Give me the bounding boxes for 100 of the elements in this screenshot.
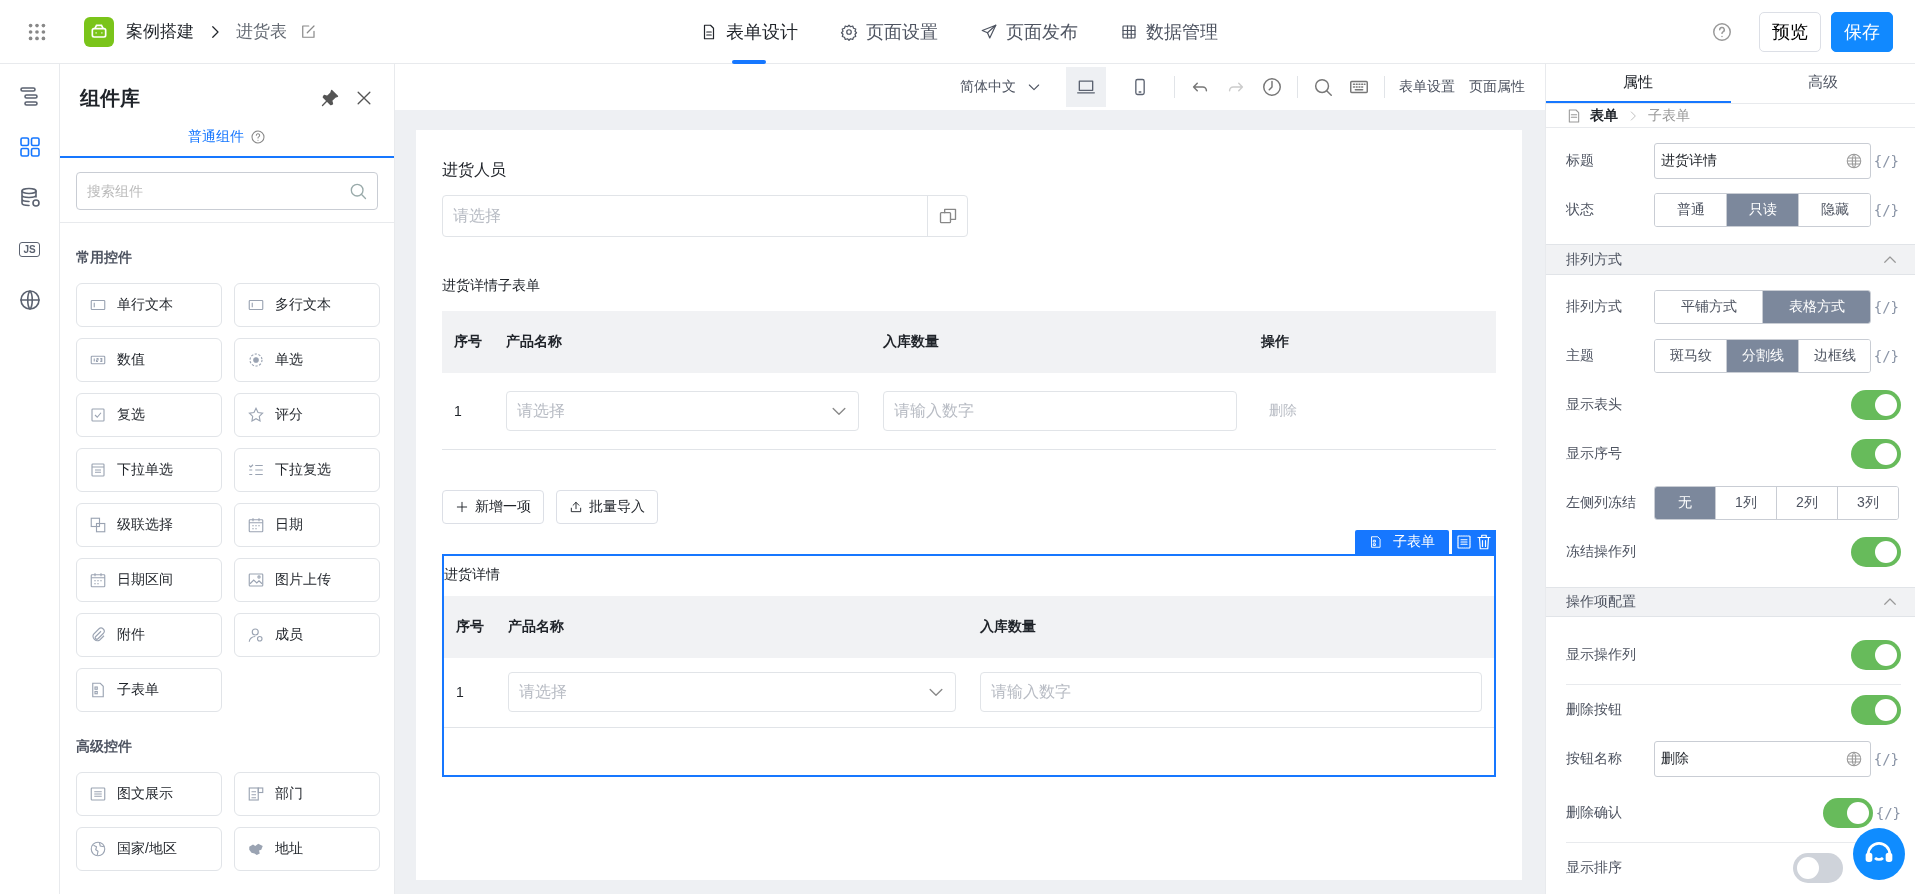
component-item[interactable]: 日期区间: [76, 558, 222, 602]
property-label: 删除确认: [1566, 803, 1623, 822]
property-label: 显示排序: [1566, 858, 1623, 877]
component-item[interactable]: 地址: [234, 827, 380, 871]
toggle-switch[interactable]: [1851, 439, 1901, 470]
component-item[interactable]: 附件: [76, 613, 222, 657]
component-item[interactable]: 单行文本: [76, 283, 222, 327]
component-item[interactable]: 下拉复选: [234, 448, 380, 492]
search-field[interactable]: 搜索组件: [76, 172, 378, 210]
segment-option[interactable]: 表格方式: [1763, 291, 1870, 324]
document-icon: [1566, 107, 1582, 124]
send-icon: [980, 23, 998, 41]
nav-tab[interactable]: 页面设置: [840, 0, 938, 64]
device-button[interactable]: [1066, 67, 1106, 107]
group-title: 常用控件: [76, 249, 133, 267]
component-item[interactable]: 日期: [234, 503, 380, 547]
support-chat-button[interactable]: [1853, 828, 1905, 880]
star-icon: [247, 406, 265, 424]
dropdown-icon: [89, 461, 107, 479]
app-name[interactable]: 案例搭建: [126, 20, 194, 43]
preview-button[interactable]: 预览: [1759, 11, 1821, 52]
rail-button[interactable]: JS: [15, 235, 44, 263]
help-icon: [1711, 20, 1733, 43]
search-icon: [1312, 76, 1334, 98]
segment-option[interactable]: 普通: [1655, 194, 1727, 226]
property-input[interactable]: 删除: [1654, 740, 1871, 777]
action-button[interactable]: 批量导入: [556, 489, 658, 524]
property-label: 显示操作列: [1566, 645, 1637, 664]
action-button[interactable]: 新增一项: [442, 489, 544, 524]
trash-icon: [1475, 532, 1493, 551]
column-header: 操作: [1249, 311, 1496, 373]
component-badge[interactable]: 子表单: [1355, 529, 1449, 554]
segment-option[interactable]: 分割线: [1727, 340, 1799, 373]
component-item[interactable]: 级联选择: [76, 503, 222, 547]
component-item[interactable]: 复选: [76, 393, 222, 437]
app-logo-icon: [84, 16, 114, 47]
toggle-switch[interactable]: [1851, 390, 1901, 421]
field-label: 进货详情子表单: [442, 277, 541, 295]
component-tools[interactable]: [1452, 529, 1496, 554]
component-item[interactable]: 图片上传: [234, 558, 380, 602]
user-icon: [247, 626, 265, 644]
component-item[interactable]: 图文展示: [76, 772, 222, 816]
component-item[interactable]: 单选: [234, 338, 380, 382]
section-title: 操作项配置: [1566, 592, 1636, 611]
nav-tab[interactable]: 页面发布: [980, 0, 1078, 64]
toggle-switch[interactable]: [1851, 537, 1901, 568]
section-header[interactable]: 排列方式: [1546, 244, 1915, 275]
field-label: 进货人员: [442, 160, 507, 180]
select-field[interactable]: 请选择: [442, 195, 968, 237]
panel-tab[interactable]: 高级: [1730, 64, 1915, 104]
image-icon: [247, 571, 265, 589]
nav-tab[interactable]: 表单设计: [700, 0, 798, 64]
property-label: 按钮名称: [1566, 749, 1623, 768]
component-item[interactable]: 下拉单选: [76, 448, 222, 492]
select-field[interactable]: 请选择: [506, 390, 859, 431]
column-header: 序号: [442, 311, 494, 373]
select-field[interactable]: 请选择: [508, 672, 956, 713]
component-item[interactable]: 数值: [76, 338, 222, 382]
property-input[interactable]: 进货详情: [1654, 143, 1871, 179]
number-field[interactable]: 请输入数字: [980, 672, 1482, 713]
segment-option[interactable]: 斑马纹: [1655, 340, 1727, 373]
page-name[interactable]: 进货表: [236, 20, 287, 43]
panel-tab[interactable]: 属性: [1546, 64, 1731, 104]
toggle-switch[interactable]: [1851, 639, 1901, 670]
component-tab[interactable]: 普通组件: [188, 128, 244, 146]
globe-icon: [17, 288, 42, 312]
cascade-icon: [89, 516, 107, 534]
row-number: 1: [442, 373, 494, 449]
section-header[interactable]: 操作项配置: [1546, 586, 1915, 617]
breadcrumb-item[interactable]: 表单: [1590, 106, 1618, 125]
globe-icon: [1845, 749, 1863, 768]
property-label: 删除按钮: [1566, 700, 1623, 719]
segment-option[interactable]: 只读: [1727, 194, 1799, 226]
group-title: 高级控件: [76, 738, 133, 756]
language-select[interactable]: 简体中文: [960, 78, 1042, 96]
copy-icon: [1455, 532, 1473, 551]
component-item[interactable]: 部门: [234, 772, 380, 816]
text-block-icon: [89, 785, 107, 803]
radio-icon: [247, 351, 265, 369]
component-item[interactable]: 评分: [234, 393, 380, 437]
component-item[interactable]: 子表单: [76, 668, 222, 712]
toggle-switch[interactable]: [1823, 797, 1873, 828]
selected-subform-frame[interactable]: 进货详情 序号 产品名称 入库数量 1 请选择 请输入数字: [442, 553, 1496, 777]
segment-option[interactable]: 平铺方式: [1655, 291, 1763, 324]
toggle-switch[interactable]: [1851, 694, 1901, 725]
subform-title: 进货详情: [444, 564, 501, 584]
component-item[interactable]: 多行文本: [234, 283, 380, 327]
number-field[interactable]: 请输入数字: [883, 390, 1237, 431]
column-header: 序号: [444, 595, 496, 658]
nav-tab[interactable]: 数据管理: [1120, 0, 1218, 64]
component-item[interactable]: 成员: [234, 613, 380, 657]
segment-option[interactable]: 无: [1655, 487, 1716, 520]
component-item[interactable]: 国家/地区: [76, 827, 222, 871]
toggle-switch[interactable]: [1793, 852, 1843, 883]
column-header: 入库数量: [871, 311, 1249, 373]
property-label: 主题: [1566, 347, 1595, 366]
toolbar-link[interactable]: 表单设置: [1399, 78, 1455, 96]
globe-icon: [89, 840, 107, 858]
components-icon: [17, 135, 42, 159]
toolbar-link[interactable]: 页面属性: [1469, 78, 1525, 96]
